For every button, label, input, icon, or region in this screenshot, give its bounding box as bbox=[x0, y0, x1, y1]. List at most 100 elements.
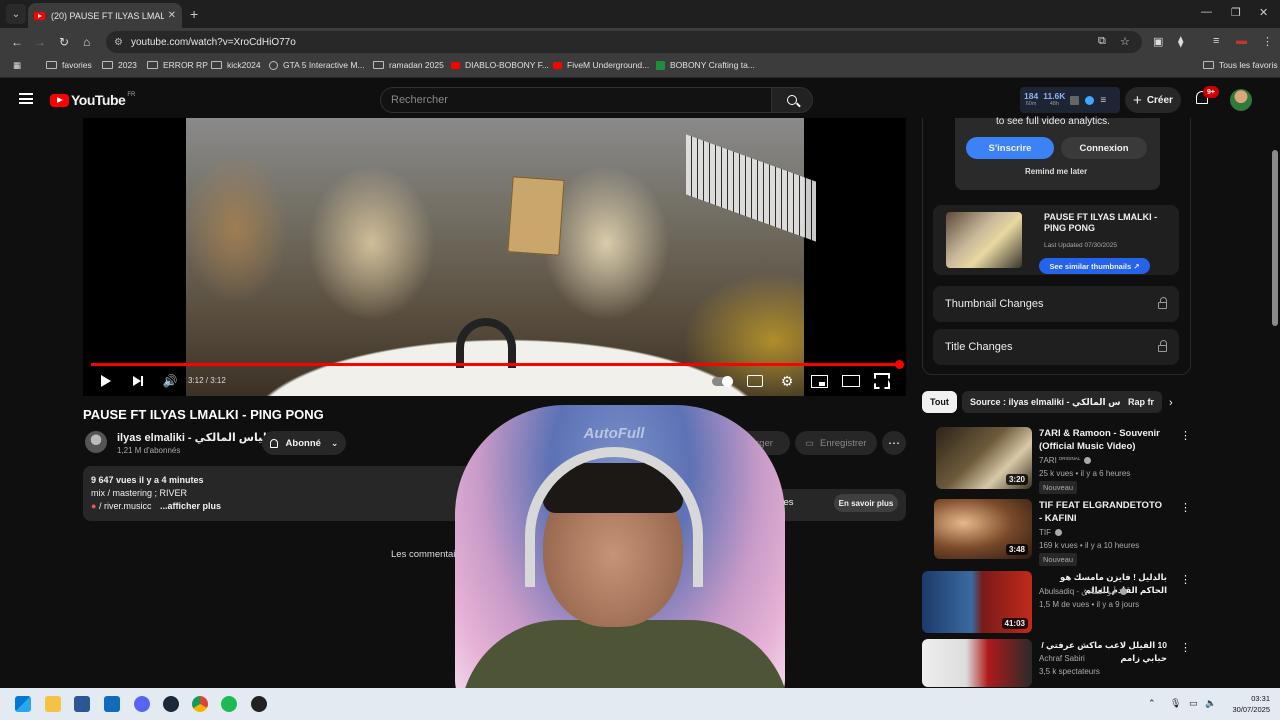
analytics-extension-widget[interactable]: 184 60m 11.6K 48h ≡ bbox=[1020, 87, 1120, 113]
recommendation-item[interactable]: 41:03 بالدليل ! فايزن مامسك هو الحاكم ال… bbox=[922, 571, 1191, 635]
thumbnail-changes-row[interactable]: Thumbnail Changes bbox=[933, 286, 1179, 322]
site-info-icon[interactable]: ⚙ bbox=[114, 37, 123, 48]
remind-later-link[interactable]: Remind me later bbox=[1025, 167, 1087, 176]
discord-icon[interactable] bbox=[134, 696, 150, 712]
channel-avatar[interactable] bbox=[85, 431, 107, 453]
bookmark-link[interactable]: DIABLO-BOBONY F... bbox=[451, 60, 549, 70]
account-avatar[interactable] bbox=[1230, 89, 1252, 111]
minimize-icon[interactable]: — bbox=[1201, 6, 1212, 18]
browser-tab-active[interactable]: (20) PAUSE FT ILYAS LMALKI - P ✕ bbox=[28, 3, 182, 28]
address-bar[interactable]: ⚙ youtube.com/watch?v=XroCdHiO77o bbox=[106, 31, 1142, 53]
video-thumbnail[interactable] bbox=[922, 639, 1032, 687]
subtitles-icon[interactable] bbox=[747, 373, 763, 389]
login-button[interactable]: Connexion bbox=[1061, 137, 1147, 159]
chip-source[interactable]: Source : ilyas elmaliki - الياس المالكي bbox=[962, 391, 1143, 413]
extension-icon[interactable]: ▣ bbox=[1153, 35, 1163, 48]
more-actions-button[interactable]: ⋯ bbox=[882, 431, 906, 455]
title-changes-row[interactable]: Title Changes bbox=[933, 329, 1179, 365]
spotify-icon[interactable] bbox=[221, 696, 237, 712]
description-box[interactable]: 9 647 vues il y a 4 minutes mix / master… bbox=[83, 466, 489, 521]
bookmark-link[interactable]: GTA 5 Interactive M... bbox=[269, 60, 365, 70]
file-explorer-icon[interactable] bbox=[45, 696, 61, 712]
more-options-icon[interactable]: ⋮ bbox=[1180, 641, 1191, 654]
video-thumbnail[interactable]: 41:03 bbox=[922, 571, 1032, 633]
thumbnail-preview[interactable] bbox=[946, 212, 1022, 268]
outlook-icon[interactable] bbox=[104, 696, 120, 712]
microphone-icon[interactable]: 🎙 bbox=[1170, 698, 1181, 709]
chip-rap[interactable]: Rap fr bbox=[1120, 391, 1163, 413]
channel-name[interactable]: ilyas elmaliki - الياس المالكي bbox=[117, 431, 283, 444]
recommendation-channel[interactable]: Achraf Sabiri bbox=[1039, 654, 1085, 663]
media-icon[interactable]: ≡ bbox=[1213, 35, 1219, 47]
see-similar-thumbnails-button[interactable]: See similar thumbnails ↗ bbox=[1039, 258, 1150, 274]
fullscreen-icon[interactable] bbox=[874, 373, 890, 389]
volume-icon[interactable]: 🔊 bbox=[162, 373, 178, 389]
more-options-icon[interactable]: ⋮ bbox=[1180, 501, 1191, 514]
recommendation-item[interactable]: 10 الفيلل لاعب ماكش عرفتي / حبابي زامم A… bbox=[922, 639, 1191, 687]
bookmark-folder[interactable]: 2023 bbox=[102, 60, 137, 70]
system-clock[interactable]: 03:31 30/07/2025 bbox=[1228, 693, 1270, 715]
youtube-logo[interactable]: YouTube FR bbox=[50, 92, 135, 108]
new-tab-icon[interactable]: + bbox=[190, 6, 198, 22]
reload-icon[interactable]: ↻ bbox=[59, 35, 69, 49]
apps-grid-icon[interactable]: ▦ bbox=[13, 60, 21, 71]
calculator-icon[interactable] bbox=[74, 696, 90, 712]
video-player[interactable]: 🔊 3:12 / 3:12 ⚙ bbox=[83, 118, 906, 396]
page-scrollbar[interactable] bbox=[1272, 150, 1278, 326]
network-icon[interactable]: ▭ bbox=[1189, 698, 1198, 709]
recommendation-channel[interactable]: 7ARI ORIGINAL bbox=[1039, 456, 1092, 465]
create-button[interactable]: + Créer bbox=[1125, 87, 1181, 113]
bookmark-star-icon[interactable]: ☆ bbox=[1120, 35, 1130, 48]
autoplay-toggle[interactable] bbox=[711, 373, 733, 389]
more-options-icon[interactable]: ⋮ bbox=[1180, 573, 1191, 586]
chevron-right-icon[interactable]: › bbox=[1169, 397, 1173, 409]
play-icon[interactable] bbox=[100, 373, 112, 389]
recommendation-title[interactable]: TIF FEAT ELGRANDETOTO - KAFINI bbox=[1039, 499, 1167, 525]
bookmark-folder[interactable]: favories bbox=[46, 60, 92, 70]
progress-scrubber[interactable] bbox=[895, 360, 904, 369]
recommendation-title[interactable]: 7ARI & Ramoon - Souvenir (Official Music… bbox=[1039, 427, 1167, 453]
guide-menu-icon[interactable] bbox=[19, 93, 33, 104]
search-input[interactable] bbox=[391, 94, 771, 106]
profile-flag-icon[interactable]: ▬ bbox=[1236, 35, 1247, 47]
chip-all[interactable]: Tout bbox=[922, 391, 957, 413]
recommendation-channel[interactable]: Abulsadiq - أبو الصادق bbox=[1039, 587, 1127, 596]
signup-button[interactable]: S'inscrire bbox=[966, 137, 1054, 159]
settings-gear-icon[interactable]: ⚙ bbox=[779, 373, 795, 389]
steam-icon[interactable] bbox=[163, 696, 179, 712]
all-bookmarks[interactable]: Tous les favoris bbox=[1203, 60, 1278, 70]
extensions-puzzle-icon[interactable]: ⧫ bbox=[1178, 35, 1183, 48]
search-box[interactable] bbox=[380, 87, 772, 113]
search-button[interactable] bbox=[771, 87, 813, 113]
menu-icon[interactable]: ≡ bbox=[1100, 95, 1106, 106]
recommendation-channel[interactable]: TIF bbox=[1039, 528, 1062, 537]
show-more-link[interactable]: ...afficher plus bbox=[160, 501, 221, 511]
chrome-icon[interactable] bbox=[192, 696, 208, 712]
learn-more-button[interactable]: En savoir plus bbox=[834, 494, 898, 512]
instagram-link[interactable]: / river.musicc bbox=[99, 501, 152, 511]
recommendation-item[interactable]: 3:20 7ARI & Ramoon - Souvenir (Official … bbox=[922, 427, 1191, 494]
video-thumbnail[interactable]: 3:20 bbox=[936, 427, 1032, 489]
theater-mode-icon[interactable] bbox=[842, 373, 860, 389]
close-window-icon[interactable]: ✕ bbox=[1259, 6, 1268, 19]
next-icon[interactable] bbox=[131, 373, 145, 389]
miniplayer-icon[interactable] bbox=[810, 373, 828, 389]
bookmark-folder[interactable]: ramadan 2025 bbox=[373, 60, 444, 70]
video-thumbnail[interactable]: 3:48 bbox=[934, 499, 1032, 559]
obs-icon[interactable] bbox=[251, 696, 267, 712]
bookmark-folder[interactable]: ERROR RP bbox=[147, 60, 208, 70]
subscribed-button[interactable]: Abonné ⌄ bbox=[262, 431, 346, 455]
bookmark-link[interactable]: FiveM Underground... bbox=[553, 60, 649, 70]
forward-icon[interactable]: → bbox=[34, 35, 46, 49]
tab-search-button[interactable]: ⌄ bbox=[6, 4, 26, 24]
home-icon[interactable]: ⌂ bbox=[83, 35, 90, 49]
chrome-menu-icon[interactable]: ⋮ bbox=[1262, 35, 1273, 48]
progress-bar[interactable] bbox=[91, 363, 899, 366]
recommendation-item[interactable]: 3:48 TIF FEAT ELGRANDETOTO - KAFINI TIF … bbox=[922, 499, 1191, 566]
speaker-icon[interactable]: 🔈 bbox=[1205, 698, 1216, 709]
tray-chevron-icon[interactable]: ⌃ bbox=[1148, 698, 1156, 709]
maximize-icon[interactable]: ❐ bbox=[1231, 6, 1241, 19]
install-app-icon[interactable]: ⧉ bbox=[1098, 35, 1106, 48]
tab-close-icon[interactable]: ✕ bbox=[168, 10, 176, 21]
start-icon[interactable] bbox=[15, 696, 31, 712]
